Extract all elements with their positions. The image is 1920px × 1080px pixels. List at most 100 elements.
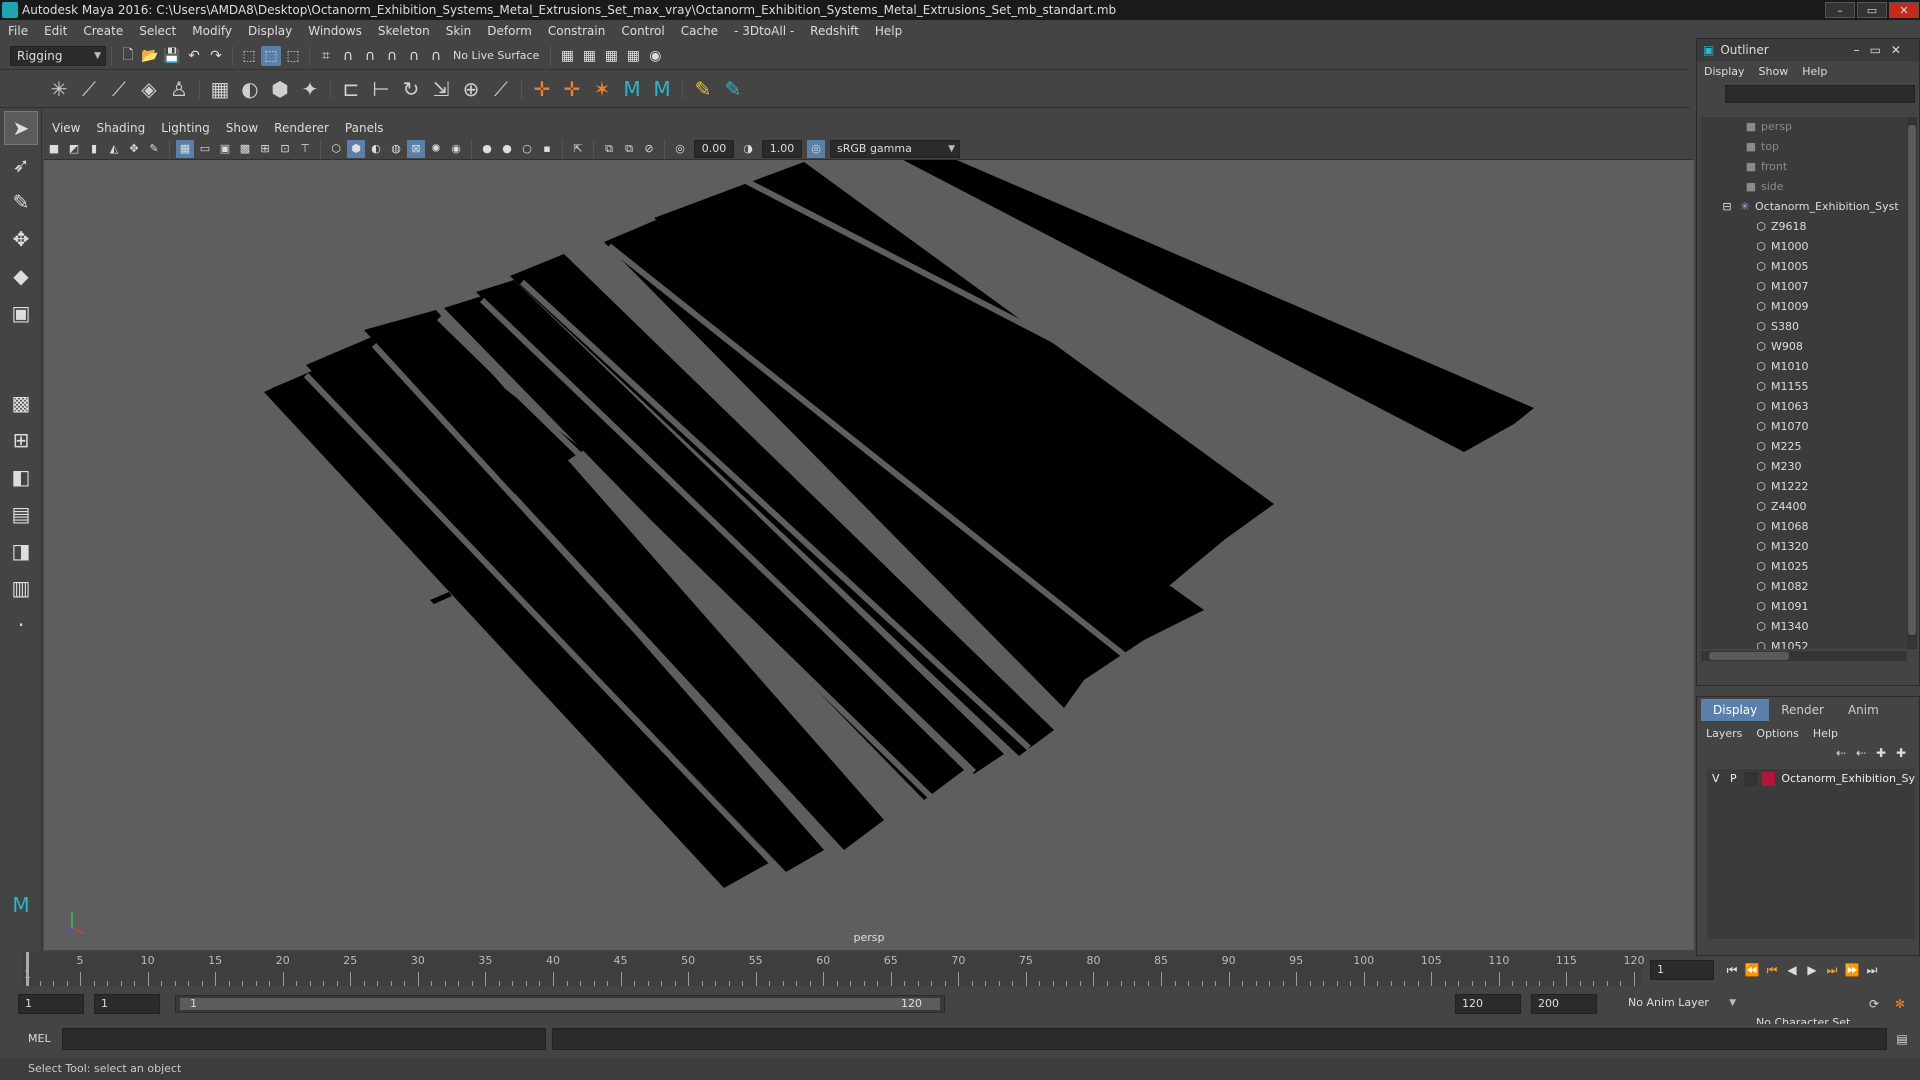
script-editor-icon[interactable]: ▤ — [1892, 1029, 1912, 1049]
outliner-item-front[interactable]: ■ front — [1701, 157, 1907, 177]
key-icon[interactable]: ✎ — [688, 74, 718, 104]
menu-skin[interactable]: Skin — [438, 24, 480, 38]
pole-vector-icon[interactable]: ⟋ — [486, 74, 516, 104]
vp-menu-panels[interactable]: Panels — [337, 121, 392, 135]
layer-menu-options[interactable]: Options — [1749, 727, 1805, 740]
snap-surface-icon[interactable]: ∩ — [404, 46, 424, 66]
menu-3dtoall[interactable]: - 3DtoAll - — [726, 24, 802, 38]
snap-curve-icon[interactable]: ∩ — [338, 46, 358, 66]
lattice-icon[interactable]: ⬢ — [265, 74, 295, 104]
2d-pan-icon[interactable]: ✥ — [125, 140, 143, 158]
humanik-icon[interactable]: ♙ — [164, 74, 194, 104]
outliner-item-group[interactable]: ⊟ ✳ Octanorm_Exhibition_Syst — [1701, 197, 1907, 217]
outliner-vertical-scrollbar[interactable] — [1907, 117, 1917, 649]
shade-wire-icon[interactable]: ◐ — [367, 140, 385, 158]
render-settings-icon[interactable]: ▦ — [601, 46, 621, 66]
range-slider[interactable]: 1 120 — [175, 995, 945, 1013]
ik-spline-icon[interactable]: ⟋ — [104, 74, 134, 104]
menu-skeleton[interactable]: Skeleton — [370, 24, 438, 38]
outliner-item[interactable]: ⬡ W908 — [1701, 337, 1907, 357]
current-frame-field[interactable]: 1 — [1650, 960, 1714, 980]
move-layer-up-icon[interactable]: ⇠ — [1831, 743, 1851, 763]
scrollbar-thumb[interactable] — [1709, 652, 1789, 660]
live-surface-label[interactable]: No Live Surface — [447, 49, 545, 62]
scale-tool-icon[interactable]: ▣ — [4, 296, 38, 330]
exposure-field[interactable]: 0.00 — [694, 139, 734, 158]
outliner-item[interactable]: ⬡ M1000 — [1701, 237, 1907, 257]
outliner-item[interactable]: ⬡ M230 — [1701, 457, 1907, 477]
scrollbar-thumb[interactable] — [1908, 125, 1916, 635]
step-back-key-icon[interactable]: ⏮ — [1762, 960, 1782, 980]
outliner-item[interactable]: ⬡ M1082 — [1701, 577, 1907, 597]
graph-layout-icon[interactable]: ◨ — [4, 534, 38, 568]
ik-handle-icon[interactable]: ⟋ — [74, 74, 104, 104]
point-constraint-icon[interactable]: ⊢ — [366, 74, 396, 104]
hud-icon[interactable]: ⧉ — [600, 140, 618, 158]
color-management-icon[interactable]: ◎ — [807, 139, 825, 158]
collapse-icon[interactable]: ⊟ — [1719, 197, 1735, 217]
aim-constraint-icon[interactable]: ⊕ — [456, 74, 486, 104]
menu-deform[interactable]: Deform — [479, 24, 540, 38]
cluster-icon[interactable]: ✦ — [295, 74, 325, 104]
outliner-item[interactable]: ⬡ Z4400 — [1701, 497, 1907, 517]
outliner-search-input[interactable] — [1725, 85, 1915, 103]
animation-end-field[interactable]: 200 — [1531, 994, 1597, 1014]
outliner-item[interactable]: ⬡ M1009 — [1701, 297, 1907, 317]
set-key-icon[interactable]: ✶ — [587, 74, 617, 104]
backface-icon[interactable]: ○ — [518, 140, 536, 158]
animation-start-field[interactable]: 1 — [18, 994, 84, 1014]
play-backward-icon[interactable]: ◀ — [1782, 960, 1802, 980]
layer-visibility-toggle[interactable]: V — [1707, 769, 1725, 789]
vp-menu-view[interactable]: View — [44, 121, 88, 135]
vp-menu-renderer[interactable]: Renderer — [266, 121, 337, 135]
exposure-icon[interactable]: ◎ — [671, 140, 689, 158]
new-scene-icon[interactable]: 🗋 — [118, 46, 138, 66]
lasso-tool-icon[interactable]: ➶ — [4, 148, 38, 182]
outliner-horizontal-scrollbar[interactable] — [1701, 651, 1907, 661]
move-layer-down-icon[interactable]: ⇠ — [1851, 743, 1871, 763]
four-view-icon[interactable]: ⊞ — [4, 423, 38, 457]
snap-magnet-icon[interactable]: ∩ — [426, 46, 446, 66]
outliner-item[interactable]: ⬡ M1005 — [1701, 257, 1907, 277]
camera-attr-icon[interactable]: ◩ — [65, 140, 83, 158]
smooth-shade-icon[interactable]: ⬢ — [347, 139, 365, 158]
orient-constraint-icon[interactable]: ↻ — [396, 74, 426, 104]
step-forward-icon[interactable]: ⏩ — [1842, 960, 1862, 980]
menu-create[interactable]: Create — [75, 24, 131, 38]
textured-icon[interactable]: ◍ — [387, 140, 405, 158]
layer-type-toggle[interactable] — [1744, 772, 1758, 786]
outliner-item[interactable]: ⬡ M1052 — [1701, 637, 1907, 649]
camera-icon[interactable]: ■ — [45, 140, 63, 158]
safe-title-icon[interactable]: ⊤ — [296, 140, 314, 158]
two-view-icon[interactable]: ◧ — [4, 460, 38, 494]
select-hierarchy-icon[interactable]: ⬚ — [239, 46, 259, 66]
close-button[interactable]: ✕ — [1889, 2, 1919, 18]
gamma-field[interactable]: 1.00 — [762, 139, 802, 158]
more-layouts-icon[interactable]: · — [4, 608, 38, 642]
outliner-menu-show[interactable]: Show — [1752, 65, 1796, 78]
xray-icon[interactable]: ● — [478, 140, 496, 158]
paint-select-icon[interactable]: ✎ — [4, 185, 38, 219]
ssao-icon[interactable]: ⊘ — [640, 140, 658, 158]
maximize-button[interactable]: ▭ — [1857, 2, 1887, 18]
mode-dropdown[interactable]: Rigging ▼ — [10, 45, 106, 66]
outliner-item[interactable]: ⬡ M1063 — [1701, 397, 1907, 417]
outliner-item[interactable]: ⬡ M1010 — [1701, 357, 1907, 377]
outliner-item-persp[interactable]: ■ persp — [1701, 117, 1907, 137]
tab-display[interactable]: Display — [1701, 699, 1770, 721]
multisample-icon[interactable]: ⧉ — [620, 140, 638, 158]
playback-end-field[interactable]: 120 — [1455, 994, 1521, 1014]
grid-icon[interactable]: ▦ — [176, 139, 194, 158]
bookmark-icon[interactable]: ▮ — [85, 140, 103, 158]
menu-constrain[interactable]: Constrain — [540, 24, 614, 38]
redshift-light-icon[interactable]: M — [647, 74, 677, 104]
layer-menu-layers[interactable]: Layers — [1699, 727, 1749, 740]
ambient-occlusion-icon[interactable]: ◉ — [447, 140, 465, 158]
new-layer-selected-icon[interactable]: ✚ — [1891, 743, 1911, 763]
new-layer-icon[interactable]: ✚ — [1871, 743, 1891, 763]
command-language-label[interactable]: MEL — [28, 1032, 51, 1045]
image-plane-icon[interactable]: ◭ — [105, 140, 123, 158]
anim-layer-dropdown[interactable]: No Anim Layer ▼ — [1622, 994, 1740, 1014]
current-time-marker[interactable] — [26, 952, 29, 986]
outliner-menu-display[interactable]: Display — [1697, 65, 1752, 78]
